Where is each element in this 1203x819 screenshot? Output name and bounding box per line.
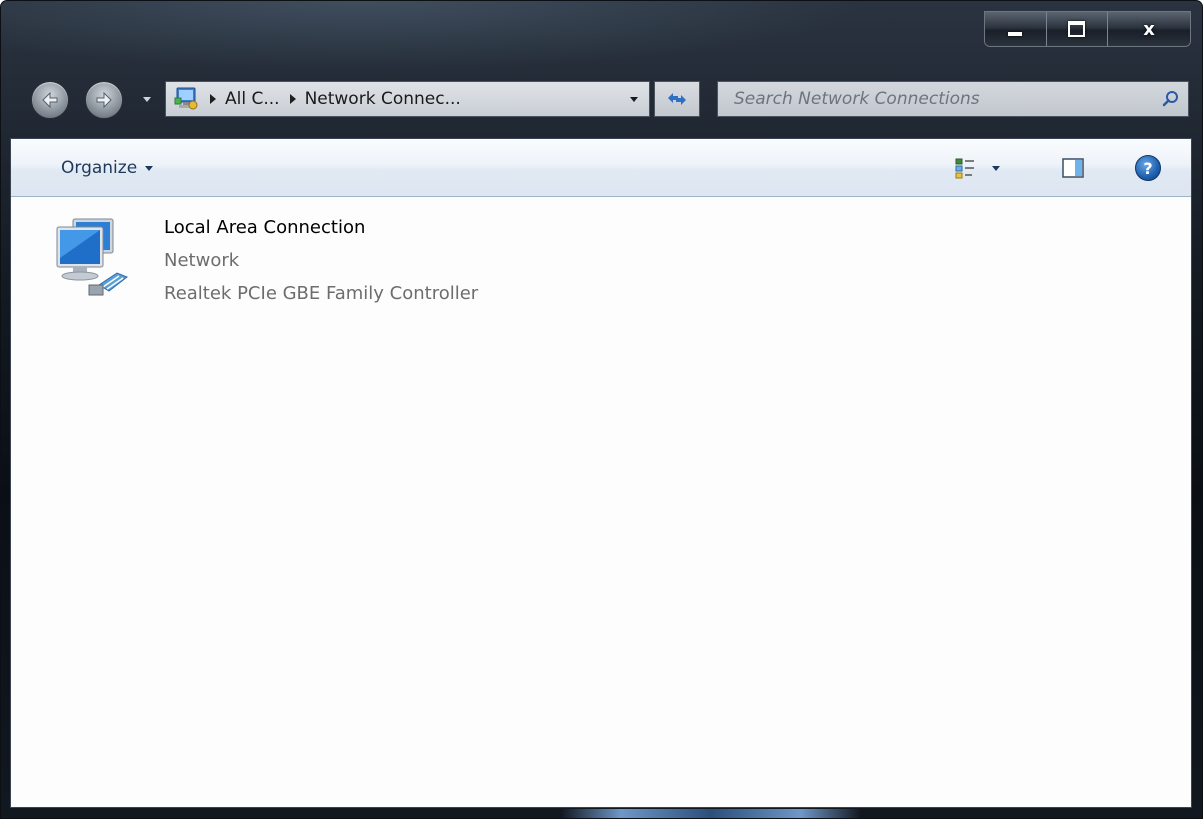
- minimize-button[interactable]: [985, 12, 1047, 46]
- connection-name: Local Area Connection: [164, 217, 366, 238]
- network-connection-icon: [51, 213, 141, 303]
- connection-status: Network: [164, 250, 240, 271]
- taskbar-glow: [561, 809, 861, 818]
- back-button[interactable]: [31, 81, 69, 119]
- preview-pane-button[interactable]: [1056, 151, 1090, 185]
- address-history-button[interactable]: [619, 82, 649, 116]
- address-bar[interactable]: All C... Network Connec...: [165, 81, 650, 117]
- search-icon: [1162, 91, 1178, 107]
- close-icon: x: [1143, 18, 1155, 40]
- forward-button[interactable]: [85, 81, 123, 119]
- change-view-button[interactable]: [946, 151, 1026, 185]
- preview-pane-icon: [1062, 158, 1084, 178]
- views-icon: [955, 158, 974, 179]
- search-button[interactable]: [1154, 82, 1188, 116]
- back-arrow-icon: [42, 91, 58, 109]
- forward-arrow-icon: [96, 91, 112, 109]
- refresh-icon: [668, 93, 686, 105]
- organize-button[interactable]: Organize: [51, 151, 163, 185]
- help-button[interactable]: ?: [1131, 151, 1165, 185]
- content-frame: Organize ? Local Area Connection Network…: [10, 138, 1192, 808]
- refresh-button[interactable]: [654, 81, 700, 117]
- close-button[interactable]: x: [1108, 12, 1190, 46]
- minimize-icon: [1008, 32, 1023, 36]
- explorer-window: x All C... Network Connec... Search Netw…: [0, 0, 1203, 819]
- chevron-down-icon: [630, 96, 638, 102]
- chevron-down-icon: [143, 96, 151, 102]
- maximize-button[interactable]: [1046, 12, 1109, 46]
- breadcrumb-arrow-icon[interactable]: [210, 94, 216, 104]
- connection-device: Realtek PCIe GBE Family Controller: [164, 283, 479, 304]
- control-panel-icon: [174, 86, 200, 112]
- network-connection-item[interactable]: Local Area Connection Network Realtek PC…: [51, 211, 571, 311]
- recent-pages-dropdown[interactable]: [141, 93, 153, 105]
- maximize-icon: [1068, 21, 1086, 37]
- organize-label: Organize: [61, 158, 138, 178]
- chevron-down-icon: [145, 165, 154, 171]
- breadcrumb-network-connections[interactable]: Network Connec...: [305, 89, 461, 109]
- breadcrumb-all-control-panel[interactable]: All C...: [225, 89, 280, 109]
- breadcrumb-arrow-icon[interactable]: [289, 94, 296, 104]
- search-box: [717, 81, 1189, 117]
- caption-buttons: x: [984, 11, 1191, 47]
- search-input[interactable]: [718, 82, 1154, 116]
- chevron-down-icon: [992, 165, 1000, 171]
- help-icon: ?: [1135, 155, 1161, 181]
- command-bar: Organize ?: [11, 139, 1191, 197]
